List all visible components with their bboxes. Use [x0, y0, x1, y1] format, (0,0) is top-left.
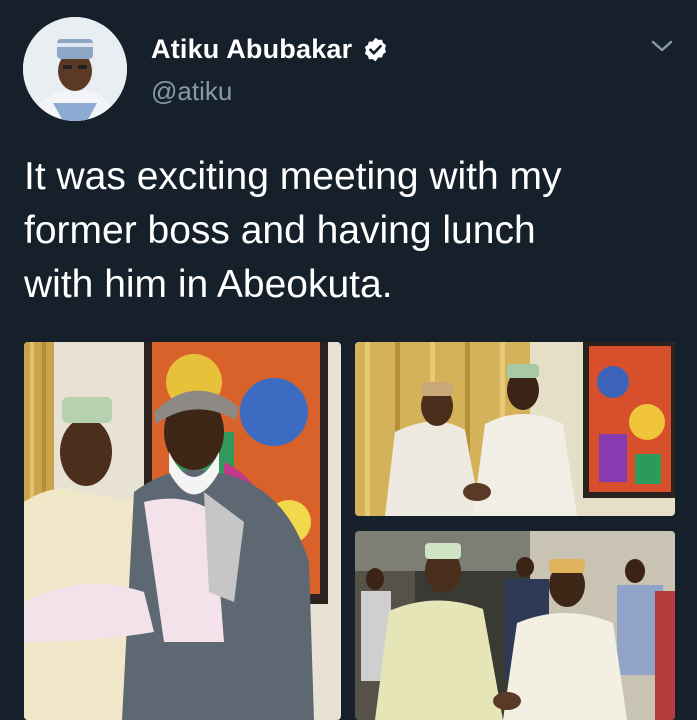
avatar[interactable] [23, 17, 127, 121]
author-display-name[interactable]: Atiku Abubakar [151, 34, 352, 65]
chevron-down-icon[interactable] [650, 34, 674, 58]
tweet-photo-1[interactable] [24, 342, 341, 720]
avatar-image [23, 17, 127, 121]
tweet-photo-3[interactable] [355, 531, 675, 720]
author-name-row[interactable]: Atiku Abubakar [151, 34, 389, 65]
tweet-text: It was exciting meeting with my former b… [24, 155, 562, 306]
tweet-photo-2[interactable] [355, 342, 675, 516]
verified-badge-icon [362, 36, 389, 63]
author-handle[interactable]: @atiku [151, 76, 232, 107]
